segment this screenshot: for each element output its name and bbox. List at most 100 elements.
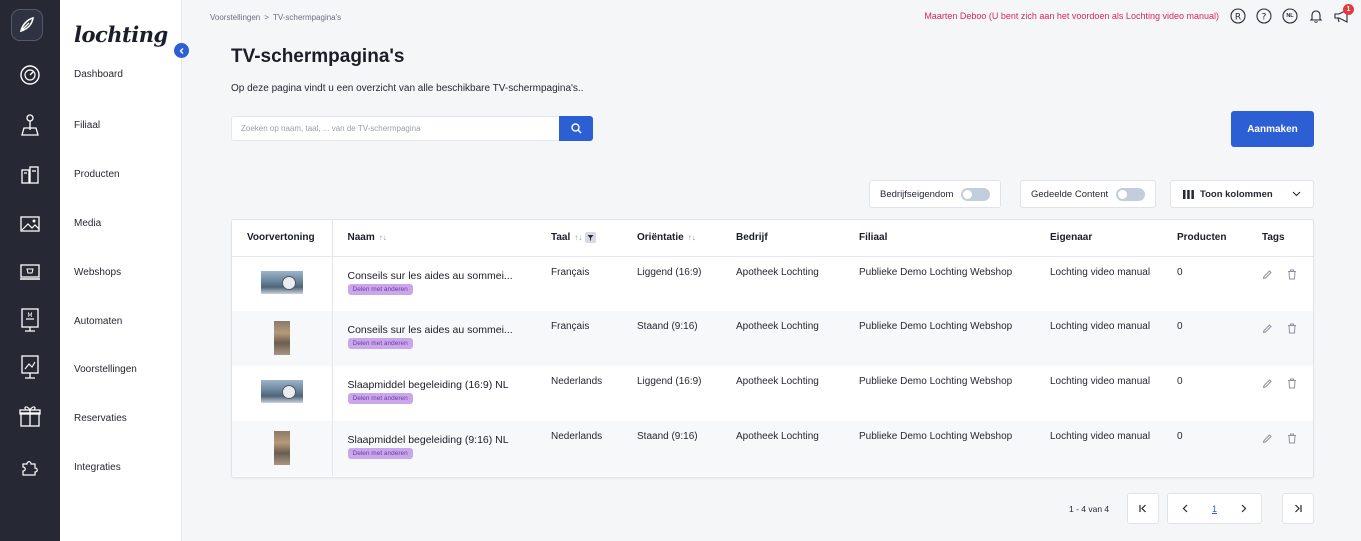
sort-icon[interactable]: ↑↓ — [688, 233, 696, 242]
name-cell: Slaapmiddel begeleiding (16:9) NL Delen m… — [332, 366, 536, 421]
brand-logo[interactable]: lochting — [74, 22, 168, 47]
language-switch-icon[interactable]: NL — [1281, 7, 1299, 25]
page-name[interactable]: Conseils sur les aides au sommei... — [348, 324, 537, 336]
tv-pages-table: Voorvertoning Naam ↑↓ Taal ↑↓ Oriëntatie ↑↓… — [231, 219, 1314, 478]
svg-text:M: M — [27, 312, 32, 319]
search-bar — [231, 116, 593, 141]
delete-trash-icon[interactable] — [1287, 269, 1297, 283]
sidebar-item-reservaties[interactable]: Reservaties — [74, 413, 127, 424]
orientation-cell: Liggend (16:9) — [637, 266, 702, 278]
col-taal[interactable]: Taal ↑↓ — [536, 220, 622, 257]
page-number-current[interactable]: 1 — [1200, 494, 1229, 523]
company-owned-label: Bedrijfseigendom — [880, 188, 954, 200]
preview-thumbnail[interactable] — [273, 321, 290, 355]
columns-icon — [1183, 189, 1194, 199]
webshop-icon[interactable] — [0, 257, 60, 287]
sidebar: lochting Dashboard Filiaal Producten Med… — [60, 0, 182, 541]
preview-thumbnail[interactable] — [273, 431, 290, 465]
page-name[interactable]: Conseils sur les aides au sommei... — [348, 270, 537, 282]
svg-text:R: R — [1235, 13, 1241, 23]
col-eigenaar: Eigenaar — [1035, 220, 1162, 257]
presentation-icon[interactable] — [0, 352, 60, 382]
language-cell: Nederlands — [536, 421, 622, 476]
sidebar-item-automaten[interactable]: Automaten — [74, 316, 122, 327]
sidebar-item-voorstellingen[interactable]: Voorstellingen — [74, 364, 137, 375]
image-icon[interactable] — [0, 209, 60, 239]
preview-thumbnail[interactable] — [260, 270, 303, 294]
pager-group: 1 — [1167, 493, 1262, 524]
company-cell: Apotheek Lochting — [736, 376, 819, 387]
sidebar-item-integraties[interactable]: Integraties — [74, 462, 121, 473]
branch-cell: Publieke Demo Lochting Webshop — [844, 311, 1035, 366]
language-cell: Nederlands — [551, 376, 603, 387]
page-title: TV-schermpagina's — [231, 46, 405, 67]
breadcrumb-voorstellingen[interactable]: Voorstellingen — [210, 13, 260, 22]
delete-trash-icon[interactable] — [1287, 433, 1297, 447]
edit-pencil-icon[interactable] — [1262, 378, 1273, 392]
collapse-sidebar-button[interactable] — [174, 43, 189, 58]
table-row[interactable]: Conseils sur les aides au sommei... Delen… — [232, 311, 1313, 366]
search-button[interactable] — [559, 116, 593, 141]
company-cell: Apotheek Lochting — [736, 266, 819, 278]
sidebar-item-webshops[interactable]: Webshops — [74, 267, 121, 278]
sidebar-item-dashboard[interactable]: Dashboard — [74, 69, 123, 80]
delete-trash-icon[interactable] — [1287, 323, 1297, 337]
lochting-logo-icon[interactable] — [11, 9, 43, 41]
name-cell: Slaapmiddel begeleiding (9:16) NL Delen m… — [332, 421, 536, 476]
megaphone-icon[interactable]: 1 — [1333, 4, 1354, 25]
registered-r-icon[interactable]: R — [1229, 7, 1247, 25]
delete-trash-icon[interactable] — [1287, 378, 1297, 392]
vending-machine-icon[interactable]: M — [0, 305, 60, 335]
branch-cell: Publieke Demo Lochting Webshop — [859, 266, 1013, 278]
col-orientatie-label: Oriëntatie — [637, 232, 684, 244]
share-badge: Delen met anderen — [347, 393, 413, 404]
company-owned-filter: Bedrijfseigendom — [869, 180, 1002, 208]
help-icon[interactable]: ? — [1255, 7, 1273, 25]
company-owned-toggle[interactable] — [961, 187, 991, 201]
table-row[interactable]: Slaapmiddel begeleiding (9:16) NL Delen m… — [232, 421, 1313, 476]
sidebar-item-producten[interactable]: Producten — [74, 169, 120, 180]
products-icon[interactable] — [0, 159, 60, 189]
impersonation-notice[interactable]: Maarten Deboo (U bent zich aan het voord… — [924, 11, 1219, 21]
col-tags: Tags — [1247, 220, 1313, 257]
page-name[interactable]: Slaapmiddel begeleiding (9:16) NL — [348, 434, 537, 446]
sort-icon[interactable]: ↑↓ — [574, 233, 582, 242]
gift-icon[interactable] — [0, 401, 60, 431]
sort-icon[interactable]: ↑↓ — [379, 233, 387, 242]
col-orientatie[interactable]: Oriëntatie ↑↓ — [622, 220, 721, 257]
dashboard-gauge-icon[interactable] — [0, 60, 60, 90]
search-input[interactable] — [231, 116, 559, 141]
last-page-button[interactable] — [1282, 493, 1314, 524]
language-label: NL — [1286, 13, 1294, 19]
filter-icon[interactable] — [585, 232, 597, 244]
col-naam[interactable]: Naam ↑↓ — [332, 220, 536, 257]
show-columns-label: Toon kolommen — [1200, 188, 1273, 200]
chevron-right-icon — [1241, 504, 1247, 513]
edit-pencil-icon[interactable] — [1262, 433, 1273, 447]
create-button[interactable]: Aanmaken — [1231, 111, 1314, 147]
orientation-cell: Staand (9:16) — [622, 311, 721, 366]
show-columns-button[interactable]: Toon kolommen — [1170, 180, 1314, 208]
table-row[interactable]: Conseils sur les aides au sommei... Delen… — [232, 256, 1313, 311]
actions-cell — [1247, 366, 1313, 421]
store-pin-icon[interactable] — [0, 111, 60, 141]
page-name[interactable]: Slaapmiddel begeleiding (16:9) NL — [348, 379, 537, 391]
edit-pencil-icon[interactable] — [1262, 269, 1273, 283]
sidebar-item-media[interactable]: Media — [74, 218, 101, 229]
puzzle-icon[interactable] — [0, 452, 60, 482]
search-icon — [570, 123, 582, 134]
table-row[interactable]: Slaapmiddel begeleiding (16:9) NL Delen m… — [232, 366, 1313, 421]
shared-content-toggle[interactable] — [1116, 187, 1146, 201]
breadcrumb-separator: > — [264, 13, 269, 22]
edit-pencil-icon[interactable] — [1262, 323, 1273, 337]
preview-thumbnail[interactable] — [260, 380, 303, 403]
first-page-button[interactable] — [1127, 493, 1159, 524]
products-cell: 0 — [1177, 266, 1183, 278]
share-badge: Delen met anderen — [347, 448, 413, 459]
sidebar-item-filiaal[interactable]: Filiaal — [74, 120, 100, 131]
branch-cell: Publieke Demo Lochting Webshop — [844, 421, 1035, 476]
name-cell: Conseils sur les aides au sommei... Delen… — [332, 256, 536, 311]
prev-page-button[interactable] — [1171, 494, 1200, 523]
bell-icon[interactable] — [1307, 7, 1325, 25]
next-page-button[interactable] — [1229, 494, 1258, 523]
